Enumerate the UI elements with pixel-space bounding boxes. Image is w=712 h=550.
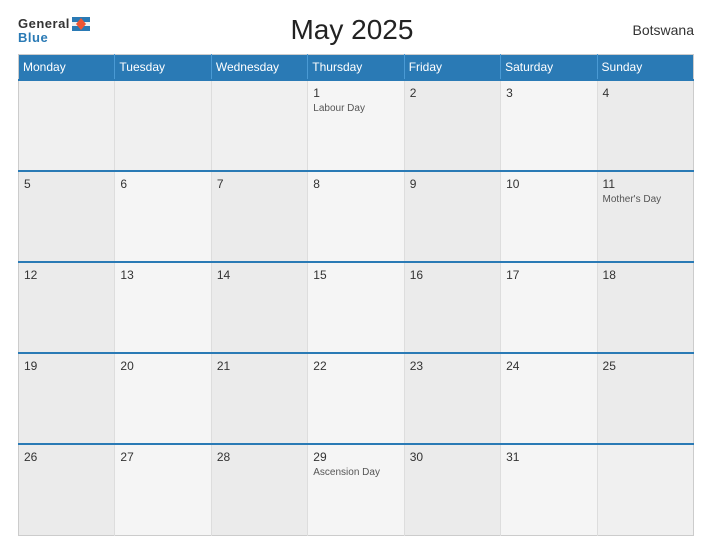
day-number: 8 bbox=[313, 177, 398, 191]
calendar-week-row: 12 13 14 15 16 17 18 bbox=[19, 262, 694, 353]
calendar-cell: 21 bbox=[211, 353, 307, 444]
logo-blue-text: Blue bbox=[18, 31, 48, 44]
month-title: May 2025 bbox=[90, 14, 614, 46]
col-saturday: Saturday bbox=[501, 55, 597, 81]
holiday-label: Labour Day bbox=[313, 102, 398, 115]
calendar-cell: 26 bbox=[19, 444, 115, 535]
calendar-cell: 8 bbox=[308, 171, 404, 262]
calendar-week-row: 1 Labour Day 234 bbox=[19, 80, 694, 171]
day-number: 6 bbox=[120, 177, 205, 191]
calendar: Monday Tuesday Wednesday Thursday Friday… bbox=[18, 54, 694, 536]
calendar-cell: 31 bbox=[501, 444, 597, 535]
day-number: 22 bbox=[313, 359, 398, 373]
day-number: 12 bbox=[24, 268, 109, 282]
calendar-cell: 1 Labour Day bbox=[308, 80, 404, 171]
calendar-cell: 9 bbox=[404, 171, 500, 262]
calendar-week-row: 56789 10 11 Mother's Day bbox=[19, 171, 694, 262]
calendar-cell: 29 Ascension Day bbox=[308, 444, 404, 535]
calendar-cell: 14 bbox=[211, 262, 307, 353]
calendar-cell: 28 bbox=[211, 444, 307, 535]
col-monday: Monday bbox=[19, 55, 115, 81]
day-number: 19 bbox=[24, 359, 109, 373]
col-thursday: Thursday bbox=[308, 55, 404, 81]
calendar-cell: 27 bbox=[115, 444, 211, 535]
calendar-cell: 24 bbox=[501, 353, 597, 444]
calendar-cell: 13 bbox=[115, 262, 211, 353]
calendar-cell: 10 bbox=[501, 171, 597, 262]
day-number: 20 bbox=[120, 359, 205, 373]
calendar-cell bbox=[211, 80, 307, 171]
logo: General Blue bbox=[18, 17, 90, 44]
holiday-label: Mother's Day bbox=[603, 193, 688, 206]
calendar-cell: 23 bbox=[404, 353, 500, 444]
calendar-cell bbox=[597, 444, 693, 535]
logo-general-text: General bbox=[18, 17, 70, 30]
day-number: 23 bbox=[410, 359, 495, 373]
calendar-cell: 16 bbox=[404, 262, 500, 353]
calendar-cell: 3 bbox=[501, 80, 597, 171]
day-number: 26 bbox=[24, 450, 109, 464]
logo-flag-icon bbox=[72, 17, 90, 31]
day-number: 13 bbox=[120, 268, 205, 282]
col-sunday: Sunday bbox=[597, 55, 693, 81]
calendar-cell: 11 Mother's Day bbox=[597, 171, 693, 262]
col-tuesday: Tuesday bbox=[115, 55, 211, 81]
day-number: 29 bbox=[313, 450, 398, 464]
day-number: 10 bbox=[506, 177, 591, 191]
calendar-cell: 5 bbox=[19, 171, 115, 262]
calendar-cell bbox=[115, 80, 211, 171]
day-number: 30 bbox=[410, 450, 495, 464]
day-number: 15 bbox=[313, 268, 398, 282]
calendar-cell: 7 bbox=[211, 171, 307, 262]
day-number: 11 bbox=[603, 177, 688, 191]
header: General Blue May 2025 Botswana bbox=[18, 14, 694, 46]
col-friday: Friday bbox=[404, 55, 500, 81]
day-number: 28 bbox=[217, 450, 302, 464]
day-number: 2 bbox=[410, 86, 495, 100]
calendar-cell: 20 bbox=[115, 353, 211, 444]
day-number: 4 bbox=[603, 86, 688, 100]
calendar-cell: 6 bbox=[115, 171, 211, 262]
calendar-cell: 4 bbox=[597, 80, 693, 171]
day-number: 17 bbox=[506, 268, 591, 282]
calendar-cell: 25 bbox=[597, 353, 693, 444]
calendar-cell: 22 bbox=[308, 353, 404, 444]
page: General Blue May 2025 Botswana Monday Tu… bbox=[0, 0, 712, 550]
day-number: 5 bbox=[24, 177, 109, 191]
calendar-cell: 12 bbox=[19, 262, 115, 353]
calendar-body: 1Labour Day234567891011Mother's Day12131… bbox=[19, 80, 694, 536]
day-number: 18 bbox=[603, 268, 688, 282]
calendar-cell bbox=[19, 80, 115, 171]
country-label: Botswana bbox=[614, 22, 694, 38]
calendar-cell: 15 bbox=[308, 262, 404, 353]
day-number: 3 bbox=[506, 86, 591, 100]
calendar-week-row: 19 20 21 22 23 24 25 bbox=[19, 353, 694, 444]
day-number: 25 bbox=[603, 359, 688, 373]
day-number: 9 bbox=[410, 177, 495, 191]
day-number: 27 bbox=[120, 450, 205, 464]
calendar-cell: 19 bbox=[19, 353, 115, 444]
calendar-cell: 30 bbox=[404, 444, 500, 535]
holiday-label: Ascension Day bbox=[313, 466, 398, 479]
calendar-cell: 18 bbox=[597, 262, 693, 353]
calendar-header-row: Monday Tuesday Wednesday Thursday Friday… bbox=[19, 55, 694, 81]
day-number: 24 bbox=[506, 359, 591, 373]
day-number: 16 bbox=[410, 268, 495, 282]
day-number: 31 bbox=[506, 450, 591, 464]
col-wednesday: Wednesday bbox=[211, 55, 307, 81]
day-number: 7 bbox=[217, 177, 302, 191]
calendar-cell: 2 bbox=[404, 80, 500, 171]
calendar-week-row: 26 27 28 29 Ascension Day 30 31 bbox=[19, 444, 694, 535]
calendar-cell: 17 bbox=[501, 262, 597, 353]
day-number: 14 bbox=[217, 268, 302, 282]
day-number: 21 bbox=[217, 359, 302, 373]
day-number: 1 bbox=[313, 86, 398, 100]
